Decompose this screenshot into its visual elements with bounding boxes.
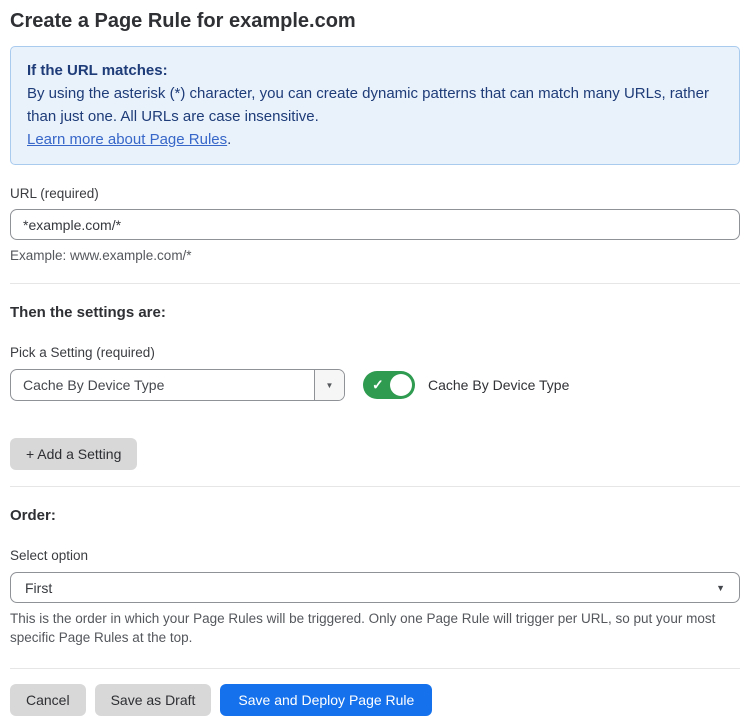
add-setting-button[interactable]: + Add a Setting (10, 438, 137, 470)
info-box-body-text: By using the asterisk (*) character, you… (27, 85, 709, 125)
divider (10, 486, 740, 487)
url-field-label: URL (required) (10, 186, 740, 202)
order-helper-text: This is the order in which your Page Rul… (10, 609, 734, 647)
setting-toggle-group: ✓ Cache By Device Type (363, 371, 569, 399)
divider (10, 283, 740, 284)
url-field-helper: Example: www.example.com/* (10, 246, 740, 265)
settings-section-heading: Then the settings are: (10, 304, 740, 322)
pick-setting-label: Pick a Setting (required) (10, 345, 740, 361)
url-input[interactable] (10, 209, 740, 240)
link-period: . (227, 131, 231, 148)
order-select-value: First (25, 580, 52, 596)
setting-dropdown[interactable]: Cache By Device Type ▼ (10, 369, 345, 401)
order-section-heading: Order: (10, 507, 740, 525)
save-and-deploy-button[interactable]: Save and Deploy Page Rule (220, 684, 432, 716)
info-box-heading: If the URL matches: (27, 59, 723, 82)
create-page-rule-form: Create a Page Rule for example.com If th… (0, 0, 750, 716)
order-select[interactable]: First ▼ (10, 572, 740, 603)
toggle-knob (390, 374, 412, 396)
info-box-link-line: Learn more about Page Rules. (27, 128, 723, 151)
check-icon: ✓ (372, 378, 384, 392)
divider (10, 668, 740, 669)
footer-actions: Cancel Save as Draft Save and Deploy Pag… (10, 684, 740, 716)
save-as-draft-button[interactable]: Save as Draft (95, 684, 212, 716)
info-box-body: By using the asterisk (*) character, you… (27, 82, 723, 128)
url-match-info-box: If the URL matches: By using the asteris… (10, 46, 740, 165)
caret-down-icon: ▼ (716, 583, 725, 593)
select-option-label: Select option (10, 548, 740, 564)
toggle-label: Cache By Device Type (428, 377, 569, 393)
caret-down-icon[interactable]: ▼ (314, 370, 344, 400)
setting-row: Cache By Device Type ▼ ✓ Cache By Device… (10, 369, 740, 401)
learn-more-link[interactable]: Learn more about Page Rules (27, 131, 227, 148)
page-title: Create a Page Rule for example.com (10, 9, 740, 33)
cache-by-device-type-toggle[interactable]: ✓ (363, 371, 415, 399)
cancel-button[interactable]: Cancel (10, 684, 86, 716)
setting-dropdown-value: Cache By Device Type (11, 370, 314, 400)
